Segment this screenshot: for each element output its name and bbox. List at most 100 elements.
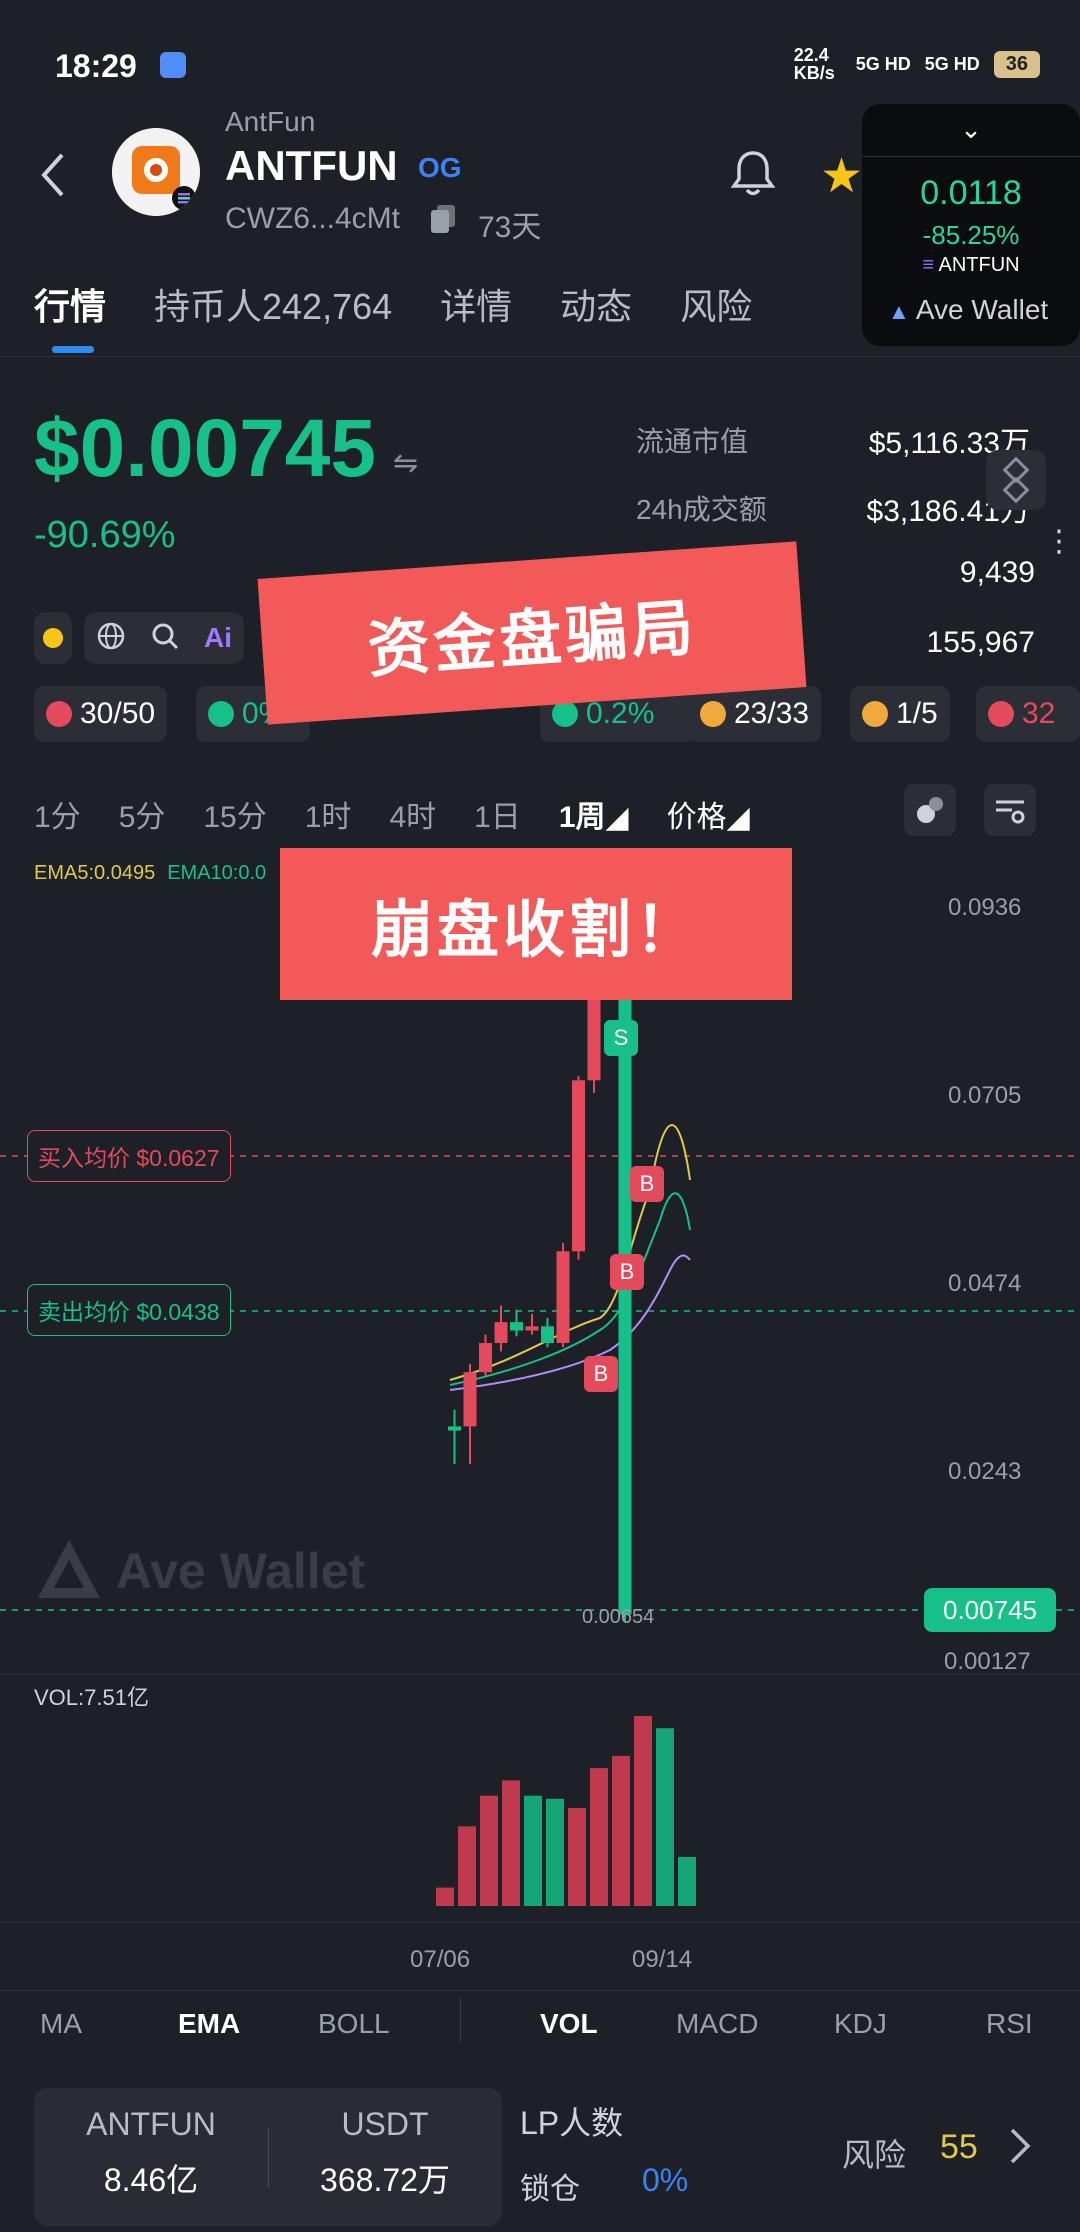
widget-token: ≡ ANTFUN	[862, 254, 1080, 277]
stat-label-volume: 24h成交额	[636, 494, 767, 525]
badge-moneybag[interactable]: 23/33	[688, 686, 822, 742]
tool-group: Ai	[84, 612, 244, 664]
bell-icon[interactable]	[725, 145, 781, 201]
tf-1d[interactable]: 1日	[474, 792, 521, 836]
main-tabs: 行情 持币人242,764 详情 动态 风险	[34, 278, 752, 330]
badge-top-holders[interactable]: 30/50	[34, 686, 168, 742]
sell-avg-label: 卖出均价 $0.0438	[27, 1284, 231, 1336]
ind-rsi[interactable]: RSI	[986, 2008, 1033, 2040]
status-indicators: 22.4 KB/s 5G HD 5G HD 36	[794, 46, 1040, 82]
badge-trophy[interactable]: 1/5	[850, 686, 950, 742]
buy-marker[interactable]: B	[610, 1254, 644, 1290]
percent-icon	[552, 701, 578, 727]
tf-1w[interactable]: 1周◢	[559, 792, 629, 836]
widget-token-label: ANTFUN	[938, 254, 1020, 276]
tf-1m[interactable]: 1分	[34, 792, 81, 836]
ind-ema[interactable]: EMA	[178, 2008, 240, 2040]
badge-value: 1/5	[896, 697, 938, 730]
tf-1h[interactable]: 1时	[305, 792, 352, 836]
widget-price: 0.0118	[920, 174, 1022, 212]
divider	[0, 1990, 1080, 1991]
indicator-dots-icon[interactable]	[904, 784, 956, 836]
swap-icon[interactable]: ⇋	[393, 446, 418, 481]
volume-bar	[436, 1887, 454, 1906]
chart-settings-icon[interactable]	[984, 784, 1036, 836]
buy-marker[interactable]: B	[630, 1166, 664, 1202]
stat-label-mcap: 流通市值	[636, 426, 749, 457]
collapse-banner: 崩盘收割！	[280, 848, 792, 1000]
ind-kdj[interactable]: KDJ	[834, 2008, 887, 2040]
copy-icon[interactable]	[430, 204, 455, 233]
lock-label: 锁仓	[520, 2173, 580, 2206]
token-address[interactable]: CWZ6...4cMt	[225, 202, 400, 236]
price-change: -90.69%	[34, 514, 176, 556]
candle-body	[448, 1426, 461, 1431]
x-axis-label: 07/06	[410, 1946, 471, 1973]
candle-body	[541, 1326, 554, 1344]
globe-icon[interactable]	[96, 621, 126, 656]
ai-icon[interactable]: Ai	[204, 622, 232, 654]
risk-score: 55	[940, 2128, 978, 2166]
favorite-star-icon[interactable]: ★	[820, 148, 863, 204]
liquidity-pool-card[interactable]: ANTFUN 8.46亿 USDT 368.72万	[34, 2088, 502, 2226]
trophy-icon	[862, 701, 888, 727]
token-avatar	[112, 128, 200, 216]
search-icon[interactable]	[150, 621, 180, 656]
tab-holders[interactable]: 持币人242,764	[154, 278, 392, 330]
net-speed: 22.4 KB/s	[793, 45, 835, 83]
volume-bar	[546, 1798, 564, 1906]
volume-bar	[612, 1755, 630, 1906]
current-price-tag: 0.00745	[924, 1588, 1056, 1632]
tf-5m[interactable]: 5分	[119, 792, 166, 836]
signal-1: 5G HD	[855, 53, 911, 74]
battery-icon: 36	[993, 50, 1040, 78]
ind-ma[interactable]: MA	[40, 2008, 82, 2040]
pool-token-a: ANTFUN 8.46亿	[34, 2106, 268, 2201]
ind-vol[interactable]: VOL	[540, 2008, 598, 2040]
candle-body	[479, 1343, 492, 1373]
pool-token-a-name: ANTFUN	[86, 2106, 216, 2142]
chevron-right-icon[interactable]	[1008, 2126, 1032, 2171]
pool-token-a-amount: 8.46亿	[103, 2162, 199, 2198]
tab-activity[interactable]: 动态	[560, 278, 632, 330]
sell-marker[interactable]: S	[604, 1020, 638, 1056]
risk-label[interactable]: 风险	[842, 2130, 906, 2176]
tab-details[interactable]: 详情	[440, 278, 512, 330]
crown-icon	[208, 701, 234, 727]
tf-4h[interactable]: 4时	[389, 792, 436, 836]
stat-value-3: 9,439	[959, 556, 1035, 589]
volume-chart[interactable]	[0, 1700, 1080, 1910]
badge-rocket[interactable]: 32	[976, 686, 1080, 742]
ind-macd[interactable]: MACD	[676, 2008, 758, 2040]
divider	[862, 156, 1080, 157]
current-price: $0.00745	[34, 403, 377, 494]
floating-price-widget[interactable]: ⌄ 0.0118 -85.25% ≡ ANTFUN ▲ Ave Wallet	[862, 104, 1080, 346]
token-subtitle: AntFun	[225, 106, 316, 137]
buy-marker[interactable]: B	[584, 1356, 618, 1392]
tab-market[interactable]: 行情	[34, 278, 106, 330]
candle-body	[556, 1251, 570, 1344]
coin-icon[interactable]	[34, 612, 72, 664]
more-icon[interactable]: ⋮	[1044, 524, 1074, 559]
ind-boll[interactable]: BOLL	[318, 2008, 390, 2040]
binance-icon[interactable]	[986, 450, 1046, 510]
pool-token-b-amount: 368.72万	[320, 2162, 450, 2198]
tf-15m[interactable]: 15分	[203, 792, 266, 836]
badge-value: 32	[1022, 697, 1056, 730]
tf-price-toggle[interactable]: 价格◢	[667, 792, 750, 836]
badge-value: 30/50	[80, 697, 156, 730]
signal-2: 5G HD	[924, 53, 980, 74]
candle-body	[463, 1372, 477, 1427]
buy-avg-label: 买入均价 $0.0627	[27, 1130, 231, 1182]
divider	[0, 356, 1080, 357]
chevron-down-icon[interactable]: ⌄	[862, 114, 1080, 145]
volume-bar	[480, 1795, 498, 1906]
low-price-label: 0.00654	[582, 1606, 655, 1628]
back-button[interactable]	[38, 150, 68, 212]
moneybag-icon	[700, 701, 726, 727]
rocket-icon	[988, 701, 1014, 727]
tab-risk[interactable]: 风险	[680, 278, 752, 330]
token-name: ANTFUN	[225, 142, 398, 189]
x-axis-label: 09/14	[632, 1946, 693, 1973]
tf-price-label: 价格	[666, 801, 727, 834]
